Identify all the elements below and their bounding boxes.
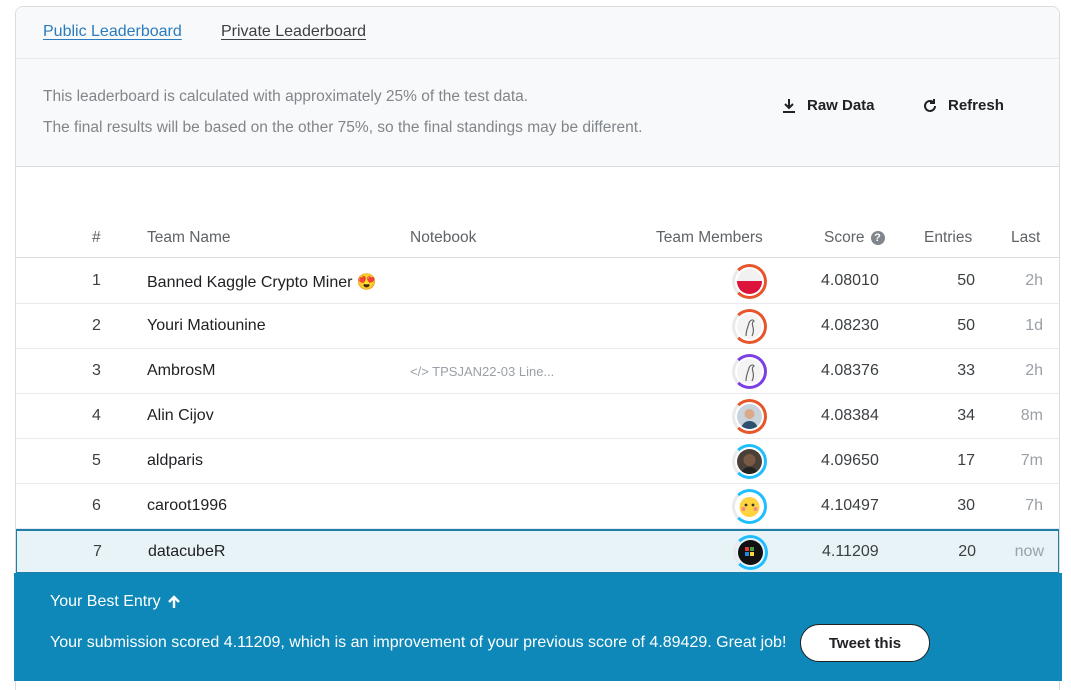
team-member-avatar[interactable] <box>732 309 767 344</box>
team-member-avatar[interactable] <box>732 444 767 479</box>
refresh-label: Refresh <box>948 97 1004 114</box>
score-cell: 4.08384 <box>821 407 879 424</box>
rank-cell: 4 <box>92 407 101 424</box>
raw-data-label: Raw Data <box>807 97 875 114</box>
banner-title-text: Your Best Entry <box>50 593 161 610</box>
last-submission-cell: 1d <box>1025 317 1043 334</box>
avatar <box>737 404 762 429</box>
team-member-avatar[interactable] <box>732 489 767 524</box>
table-row[interactable]: 3 AmbrosM </> TPSJAN22-03 Line... 4.08376 33… <box>16 349 1059 394</box>
last-submission-cell: 8m <box>1020 407 1043 424</box>
entries-cell: 30 <box>957 497 975 514</box>
team-name-cell[interactable]: datacubeR <box>148 543 225 561</box>
rank-cell: 6 <box>92 497 101 514</box>
table-row[interactable]: 5 aldparis 4.09650 17 7m <box>16 439 1059 484</box>
table-row[interactable]: 1 Banned Kaggle Crypto Miner 😍 4.08010 50 2h <box>16 259 1059 304</box>
last-submission-cell: 7m <box>1020 452 1043 469</box>
leaderboard-info-panel: This leaderboard is calculated with appr… <box>16 59 1059 167</box>
avatar <box>737 314 762 339</box>
rank-cell: 7 <box>93 543 102 560</box>
notebook-link[interactable]: </> TPSJAN22-03 Line... <box>410 364 554 379</box>
refresh-icon <box>924 98 936 112</box>
score-cell: 4.09650 <box>821 452 879 469</box>
team-name-cell[interactable]: aldparis <box>147 452 203 470</box>
avatar <box>737 449 762 474</box>
team-name-cell[interactable]: Youri Matiounine <box>147 317 266 335</box>
download-icon <box>783 98 795 113</box>
score-cell: 4.08230 <box>821 317 879 334</box>
score-cell: 4.10497 <box>821 497 879 514</box>
table-row[interactable]: 2 Youri Matiounine 4.08230 50 1d <box>16 304 1059 349</box>
column-rank: # <box>92 229 101 246</box>
column-score[interactable]: Score ? <box>824 229 885 247</box>
arrow-up-icon <box>167 595 180 608</box>
column-team-members: Team Members <box>656 229 763 246</box>
column-entries[interactable]: Entries <box>924 229 972 247</box>
tab-private-leaderboard[interactable]: Private Leaderboard <box>221 23 366 41</box>
score-cell: 4.08010 <box>821 272 879 289</box>
entries-cell: 33 <box>957 362 975 379</box>
score-cell: 4.11209 <box>822 543 879 560</box>
team-name-cell[interactable]: caroot1996 <box>147 497 227 515</box>
team-name-cell[interactable]: AmbrosM <box>147 362 215 380</box>
table-header: # Team Name Notebook Team Members Score … <box>16 227 1059 258</box>
team-member-avatar[interactable] <box>732 264 767 299</box>
entries-cell: 34 <box>957 407 975 424</box>
team-member-avatar[interactable] <box>732 399 767 434</box>
column-notebook: Notebook <box>410 229 477 246</box>
tweet-button[interactable]: Tweet this <box>800 624 930 662</box>
table-row[interactable]: 4 Alin Cijov 4.08384 34 8m <box>16 394 1059 439</box>
banner-message: Your submission scored 4.11209, which is… <box>50 634 787 651</box>
last-submission-cell: 2h <box>1025 362 1043 379</box>
last-submission-cell: now <box>1014 543 1044 560</box>
score-cell: 4.08376 <box>821 362 879 379</box>
column-score-label: Score <box>824 229 865 246</box>
team-member-avatar[interactable] <box>733 535 768 570</box>
table-row[interactable]: 6 caroot1996 4.10497 30 7h <box>16 484 1059 529</box>
entries-cell: 17 <box>957 452 975 469</box>
tab-public-leaderboard[interactable]: Public Leaderboard <box>43 23 182 41</box>
avatar <box>738 540 763 565</box>
avatar <box>737 269 762 294</box>
banner-title: Your Best Entry <box>50 593 181 611</box>
rank-cell: 3 <box>92 362 101 379</box>
rank-cell: 2 <box>92 317 101 334</box>
avatar <box>737 494 762 519</box>
entries-cell: 20 <box>958 543 976 560</box>
last-submission-cell: 2h <box>1025 272 1043 289</box>
rank-cell: 5 <box>92 452 101 469</box>
help-icon[interactable]: ? <box>870 231 885 245</box>
refresh-button[interactable]: Refresh <box>922 97 1004 114</box>
team-member-avatar[interactable] <box>732 354 767 389</box>
last-submission-cell: 7h <box>1025 497 1043 514</box>
team-name-cell[interactable]: Alin Cijov <box>147 407 214 425</box>
rank-cell: 1 <box>92 272 101 289</box>
leaderboard-tabs: Public Leaderboard Private Leaderboard <box>16 7 1059 59</box>
column-team-name[interactable]: Team Name <box>147 229 231 247</box>
team-name-cell[interactable]: Banned Kaggle Crypto Miner 😍 <box>147 272 377 292</box>
info-text-line1: This leaderboard is calculated with appr… <box>43 88 529 105</box>
best-entry-banner: Your Best Entry Your submission scored 4… <box>14 573 1062 681</box>
table-row-current-user[interactable]: 7 datacubeR 4.11209 20 now <box>16 529 1059 574</box>
info-text-line2: The final results will be based on the o… <box>43 119 643 136</box>
entries-cell: 50 <box>957 317 975 334</box>
column-last[interactable]: Last <box>1011 229 1040 247</box>
raw-data-button[interactable]: Raw Data <box>781 97 875 114</box>
entries-cell: 50 <box>957 272 975 289</box>
avatar <box>737 359 762 384</box>
